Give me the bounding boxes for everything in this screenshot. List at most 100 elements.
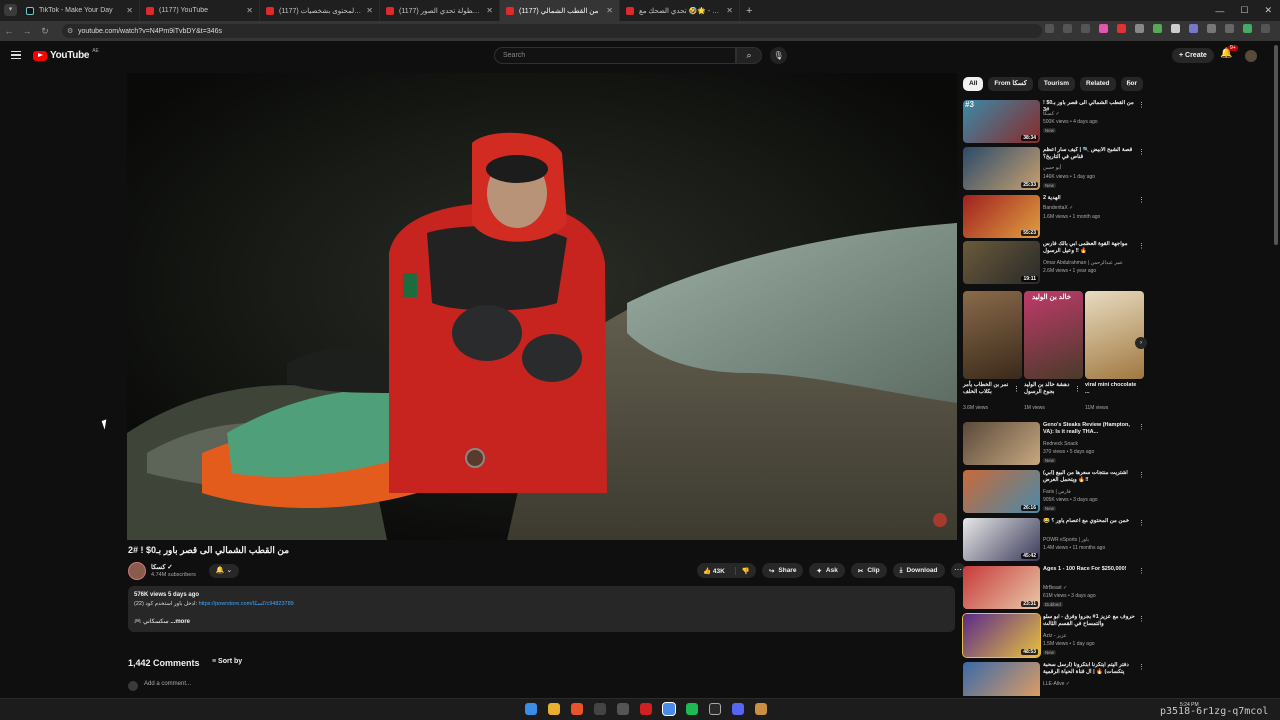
tab-youtube-active[interactable]: (1177) من القطب الشمالي ✕ xyxy=(500,0,620,21)
tab-youtube-5[interactable]: تحدي الضحك مع 🤣🌟 - YouTube✕ xyxy=(620,0,740,21)
chip-tourism[interactable]: Tourism xyxy=(1037,77,1076,91)
more-options-icon[interactable]: ⋮ xyxy=(1074,385,1081,393)
clip-button[interactable]: ✂ Clip xyxy=(850,563,887,578)
more-options-icon[interactable]: ⋮ xyxy=(1138,423,1145,431)
more-options-icon[interactable]: ⋮ xyxy=(1138,148,1145,156)
youtube-logo[interactable]: YouTube AE xyxy=(33,48,99,61)
close-icon[interactable]: ✕ xyxy=(726,6,733,15)
create-button[interactable]: + Create xyxy=(1172,48,1214,63)
close-icon[interactable]: ✕ xyxy=(246,6,253,15)
puzzle-icon[interactable] xyxy=(1207,24,1216,33)
sidebar-icon[interactable] xyxy=(1225,24,1234,33)
brave-icon[interactable] xyxy=(571,703,583,715)
dislike-button[interactable]: 👎 xyxy=(734,566,756,575)
search-input[interactable]: Search xyxy=(494,47,736,64)
hamburger-menu-icon[interactable] xyxy=(11,51,21,59)
new-tab-button[interactable]: + xyxy=(740,5,758,17)
profile-icon[interactable] xyxy=(1243,24,1252,33)
file-explorer-icon[interactable] xyxy=(548,703,560,715)
maximize-icon[interactable]: ☐ xyxy=(1240,5,1248,16)
app-icon[interactable] xyxy=(640,703,652,715)
short-thumbnail[interactable]: خالد بن الوليد xyxy=(1024,291,1083,379)
extension-icon[interactable] xyxy=(1099,24,1108,33)
back-icon[interactable]: ← xyxy=(0,26,18,36)
add-comment-input[interactable]: Add a comment... xyxy=(144,681,191,687)
more-options-icon[interactable]: ⋮ xyxy=(1138,615,1145,623)
minimize-icon[interactable]: — xyxy=(1215,6,1224,16)
more-options-icon[interactable]: ⋮ xyxy=(1138,471,1145,479)
more-options-icon[interactable]: ⋮ xyxy=(1138,519,1145,527)
more-options-icon[interactable]: ⋮ xyxy=(1138,101,1145,109)
close-window-icon[interactable]: ✕ xyxy=(1264,5,1272,16)
close-icon[interactable]: ✕ xyxy=(366,6,373,15)
subscription-bell-button[interactable]: 🔔 ⌄ xyxy=(209,564,239,578)
recommended-video[interactable]: #3 38:34 من القطب الشمالي الى قصر باور ب… xyxy=(963,100,1148,144)
page-scrollbar[interactable] xyxy=(1274,45,1278,245)
app-icon[interactable] xyxy=(617,703,629,715)
more-options-icon[interactable]: ⋮ xyxy=(1138,663,1145,671)
recommended-video[interactable]: دفتر اليتم ايتكرنا ابتكرونا (ارسل سحبة ي… xyxy=(963,662,1148,696)
download-button[interactable]: ⤓ Download xyxy=(892,563,945,578)
url-field[interactable]: ⚙ youtube.com/watch?v=N4Pm9iTvbDY&t=346s xyxy=(62,24,1042,38)
recommended-video[interactable]: 45:42 😂 خمن من المحتوي مع اعصام ياور ؟ P… xyxy=(963,518,1148,562)
more-options-icon[interactable]: ⋮ xyxy=(1013,385,1020,393)
sort-by-button[interactable]: ≡ Sort by xyxy=(212,658,242,665)
short-thumbnail[interactable] xyxy=(963,291,1022,379)
app-icon[interactable] xyxy=(594,703,606,715)
recommended-video[interactable]: 23:31 Ages 1 - 100 Race For $250,000! Mr… xyxy=(963,566,1148,610)
recommended-video[interactable]: Geno's Steaks Review (Hampton, VA): Is i… xyxy=(963,422,1148,466)
star-icon[interactable] xyxy=(1081,24,1090,33)
chip-for-you[interactable]: For xyxy=(1120,77,1143,91)
reload-icon[interactable]: ↻ xyxy=(36,26,54,37)
tab-youtube-home[interactable]: (1177) YouTube ✕ xyxy=(140,0,260,21)
search-icon[interactable]: ⌕ xyxy=(736,47,762,64)
app-icon[interactable] xyxy=(755,703,767,715)
tab-tiktok[interactable]: TikTok - Make Your Day ✕ xyxy=(20,0,140,21)
close-icon[interactable]: ✕ xyxy=(486,6,493,15)
short-thumbnail[interactable] xyxy=(1085,291,1144,379)
chip-from-channel[interactable]: From كسكا xyxy=(988,77,1033,91)
chevron-right-icon[interactable]: › xyxy=(1128,78,1131,88)
cast-icon[interactable] xyxy=(1063,24,1072,33)
spotify-icon[interactable] xyxy=(686,703,698,715)
ask-button[interactable]: ✦ Ask xyxy=(809,563,845,578)
tab-youtube-2[interactable]: (1177) صناع المحتوى بشخصيات✕ xyxy=(260,0,380,21)
recommended-video[interactable]: 48:53 حروف مع عزيز 1# بجروا وفرق - ابو س… xyxy=(962,613,1148,658)
windows-start-icon[interactable] xyxy=(525,703,537,715)
extension-icon[interactable] xyxy=(1135,24,1144,33)
chevron-right-icon[interactable]: › xyxy=(1135,337,1147,349)
account-avatar[interactable] xyxy=(1245,50,1257,62)
more-options-icon[interactable]: ⋮ xyxy=(1138,242,1145,250)
menu-icon[interactable] xyxy=(1261,24,1270,33)
share-button[interactable]: ↪ Share xyxy=(761,563,804,578)
description-box[interactable]: 576K views 5 days ago ادخل باور استخدم ك… xyxy=(128,586,955,632)
zoom-icon[interactable] xyxy=(1045,24,1054,33)
video-player[interactable] xyxy=(127,73,957,540)
more-options-icon[interactable]: ⋮ xyxy=(1138,567,1145,575)
chip-all[interactable]: All xyxy=(963,77,984,91)
extension-icon[interactable] xyxy=(1171,24,1180,33)
recommended-video[interactable]: 19:11 مواجهة القوة العظمى ابي بالك فارس … xyxy=(963,241,1148,285)
github-icon[interactable] xyxy=(709,703,721,715)
tab-youtube-3[interactable]: (1177) بطولة تحدي الصور 🌙✕ xyxy=(380,0,500,21)
site-info-icon[interactable]: ⚙ xyxy=(67,27,73,35)
like-button[interactable]: 👍 43K xyxy=(697,567,731,575)
description-link[interactable]: https://powrstore.com/كسكا/c94823789 xyxy=(199,601,294,607)
extension-icon[interactable] xyxy=(1153,24,1162,33)
recommended-video[interactable]: 25:33 قصة الشبح الأبيض 🔍 | كيف سار أعظم … xyxy=(963,147,1148,191)
discord-icon[interactable] xyxy=(732,703,744,715)
extension-icon[interactable] xyxy=(1117,24,1126,33)
close-icon[interactable]: ✕ xyxy=(606,6,613,15)
microphone-icon[interactable]: 🎙 xyxy=(770,47,787,64)
forward-icon[interactable]: → xyxy=(18,26,36,36)
recommended-video[interactable]: 26:16 اشتريت منتجات سعرها من البيع (ابي)… xyxy=(963,470,1148,514)
chrome-icon[interactable] xyxy=(662,702,676,716)
close-icon[interactable]: ✕ xyxy=(126,6,133,15)
recommended-video[interactable]: 55:23 الهدية 2 BanderitaX ✓ 1.6M views •… xyxy=(963,195,1148,239)
tab-actions-icon[interactable]: ▾ xyxy=(4,4,17,16)
channel-name[interactable]: كسكا ✓ xyxy=(151,563,173,571)
show-more-link[interactable]: ...more xyxy=(170,619,190,625)
extension-icon[interactable] xyxy=(1189,24,1198,33)
channel-avatar[interactable] xyxy=(128,562,146,580)
chip-related[interactable]: Related xyxy=(1080,77,1116,91)
